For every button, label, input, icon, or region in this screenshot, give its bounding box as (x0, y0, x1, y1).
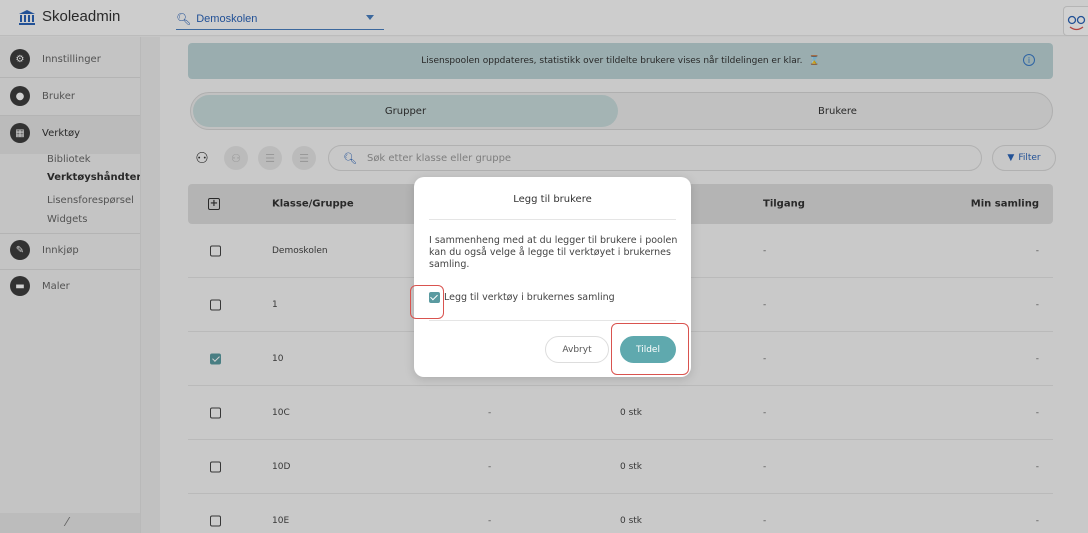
assign-button-highlight (611, 323, 689, 375)
cancel-button[interactable]: Avbryt (545, 336, 609, 363)
checkbox-label: Legg til verktøy i brukernes samling (444, 292, 615, 303)
checkbox-highlight (410, 285, 444, 319)
dialog-title: Legg til brukere (513, 194, 592, 205)
dialog-divider (429, 219, 676, 220)
dialog-body: I sammenheng med at du legger til bruker… (429, 235, 678, 270)
dialog-divider (429, 320, 676, 321)
add-to-collection-checkbox[interactable]: Legg til verktøy i brukernes samling (429, 292, 615, 303)
